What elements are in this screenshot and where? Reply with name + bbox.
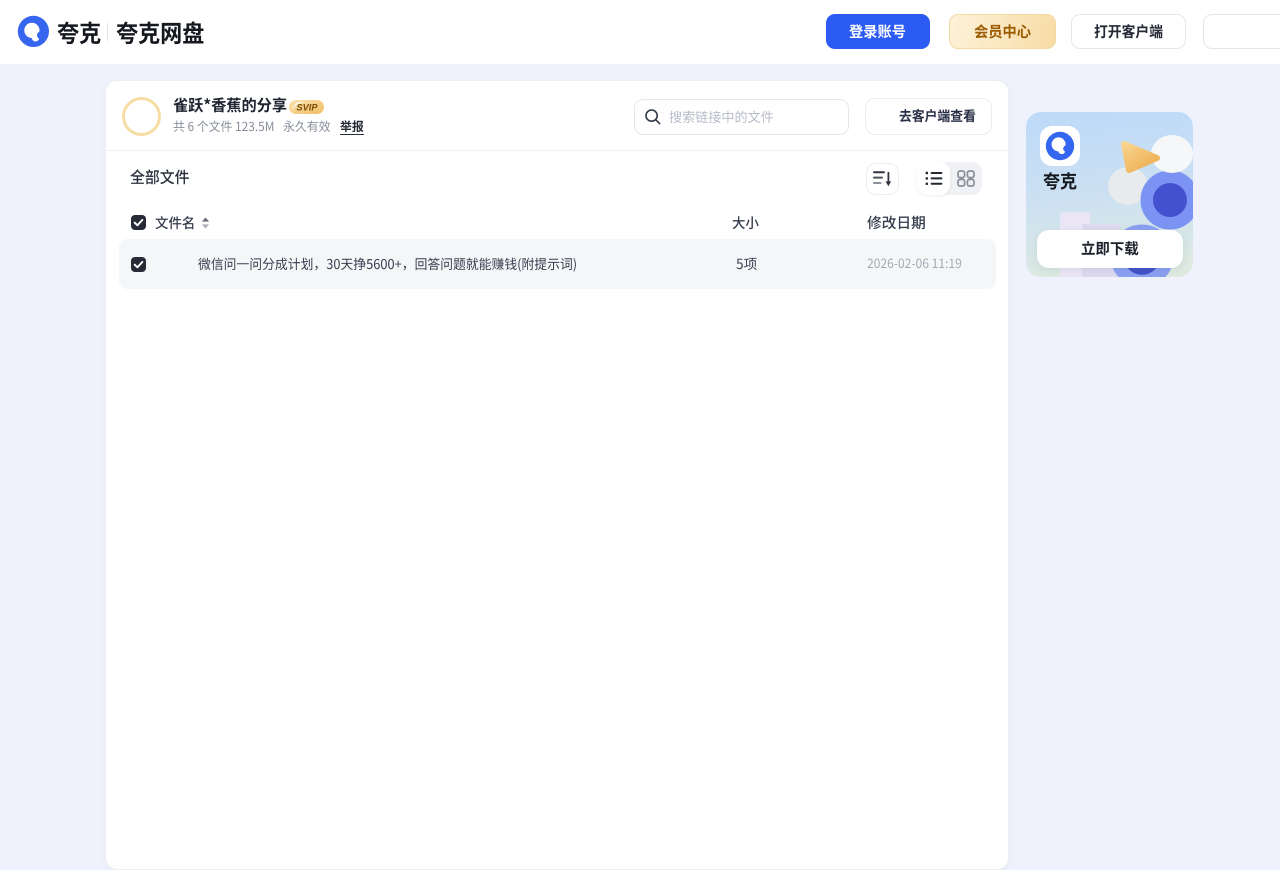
svg-text:SVIP: SVIP (297, 102, 319, 112)
